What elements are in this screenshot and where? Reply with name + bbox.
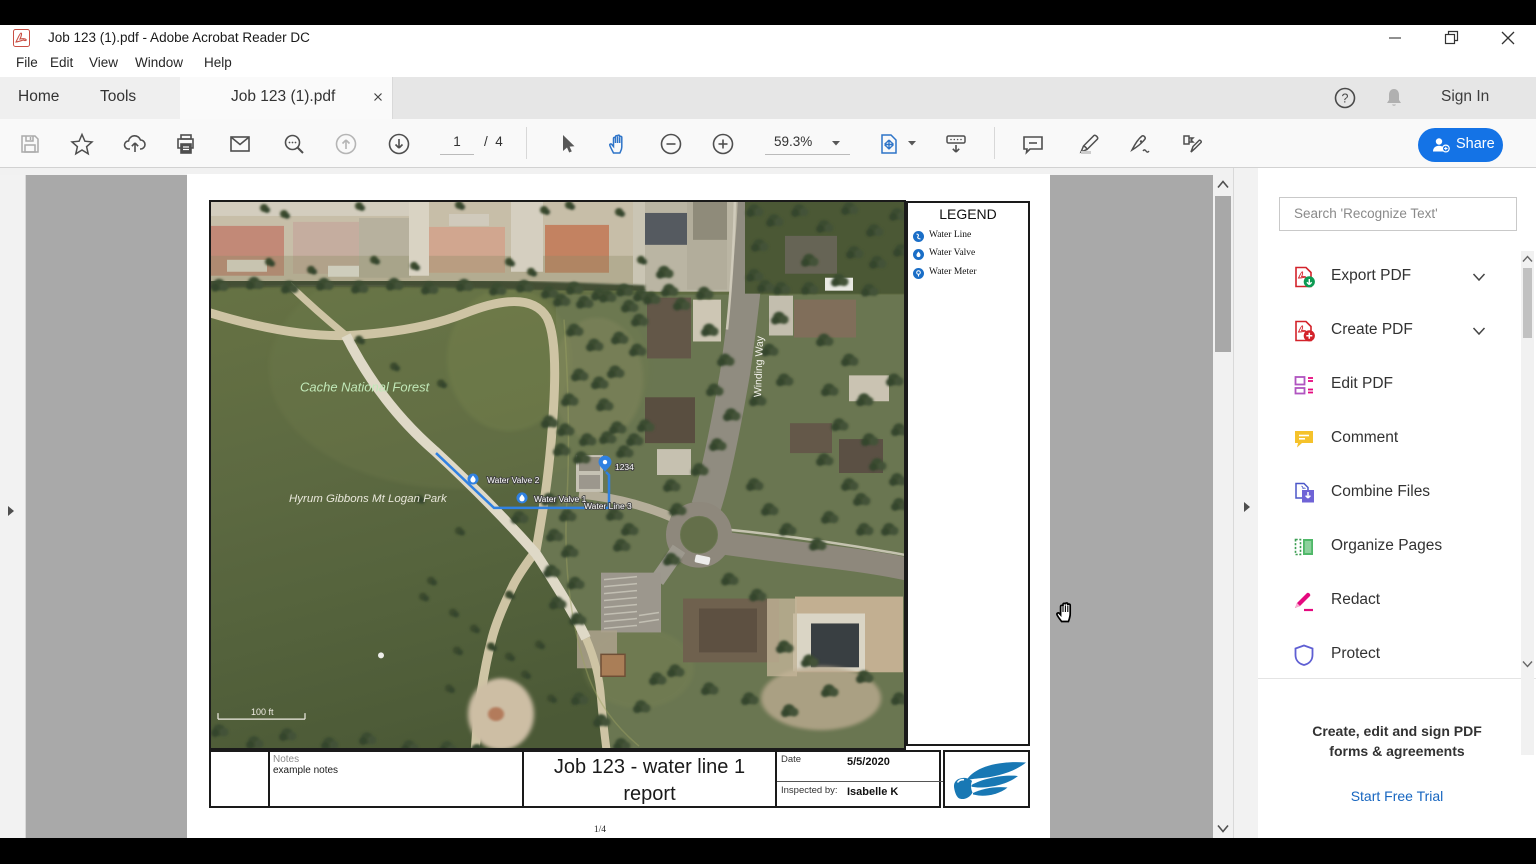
svg-text:?: ? bbox=[1342, 92, 1349, 106]
